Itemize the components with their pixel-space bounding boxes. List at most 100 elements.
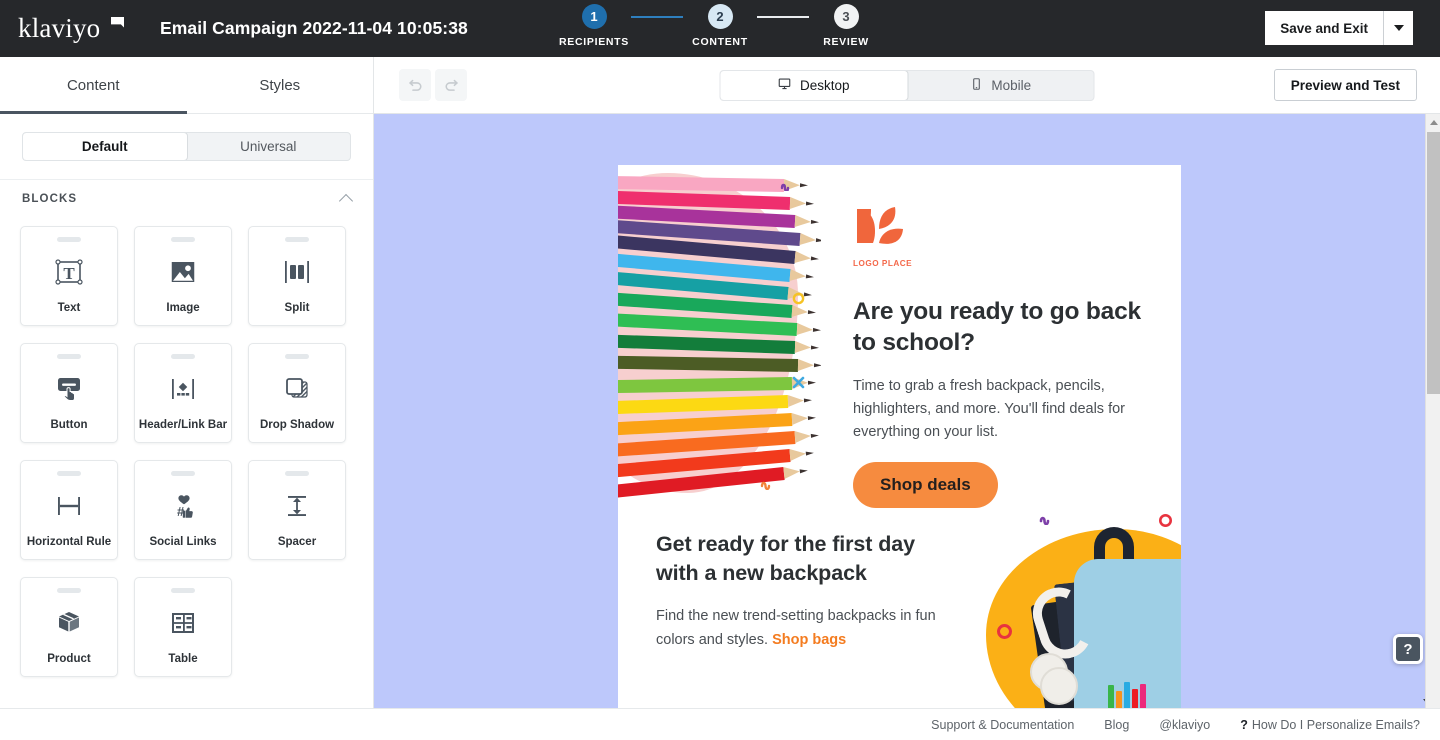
device-desktop[interactable]: Desktop [720,71,907,100]
block-label: Horizontal Rule [26,536,112,548]
header-link-bar-icon [167,359,199,419]
block-button[interactable]: Button [20,343,118,443]
save-options-dropdown[interactable] [1384,11,1413,45]
help-button[interactable]: ? [1393,634,1423,664]
step-number: 2 [707,4,733,29]
footer-link-support[interactable]: Support & Documentation [931,718,1074,732]
block-split[interactable]: Split [248,226,346,326]
purple-squiggle-decoration [779,177,797,196]
text-block-icon: T [53,242,85,302]
email-preview[interactable]: LOGO PLACE Are you ready to go back to s… [618,165,1181,708]
social-links-icon: # [167,476,199,536]
pencils-image[interactable] [618,165,821,505]
block-label: Table [168,653,198,665]
step-content[interactable]: 2 CONTENT [683,4,757,48]
step-review[interactable]: 3 REVIEW [809,4,883,48]
email-section2-body[interactable]: Find the new trend-setting backpacks in … [656,604,956,652]
email-section2-heading[interactable]: Get ready for the first day with a new b… [656,530,956,588]
logo-label: LOGO PLACE [853,259,913,268]
panel-tab-bar: Content Styles [0,57,373,114]
block-label: Image [166,302,200,314]
block-label: Spacer [277,536,317,548]
email-hero-text: LOGO PLACE Are you ready to go back to s… [821,165,1181,508]
block-horizontal-rule[interactable]: Horizontal Rule [20,460,118,560]
step-number: 1 [581,4,607,29]
canvas-scrollbar[interactable] [1425,114,1440,708]
block-label: Product [47,653,91,665]
email-hero-heading[interactable]: Are you ready to go back to school? [853,296,1151,358]
horizontal-rule-icon [53,476,85,536]
undo-button[interactable] [399,69,431,101]
backpack-image[interactable] [978,505,1181,708]
block-product[interactable]: Product [20,577,118,677]
shop-deals-button[interactable]: Shop deals [853,462,998,508]
segment-default[interactable]: Default [23,133,187,160]
logo-placeholder-icon[interactable] [853,205,915,255]
svg-text:T: T [63,264,75,283]
block-table[interactable]: Table [134,577,232,677]
device-label: Desktop [799,78,850,93]
email-backpack-block[interactable]: Get ready for the first day with a new b… [618,505,1181,708]
blocks-section-header[interactable]: BLOCKS [0,179,373,218]
step-label: REVIEW [823,36,869,48]
scroll-up-button[interactable] [1426,114,1440,130]
phone-icon [969,77,983,94]
block-label: Split [284,302,310,314]
question-mark-icon: ? [1240,717,1248,732]
step-label: CONTENT [692,36,748,48]
shop-bags-link[interactable]: Shop bags [772,632,846,648]
headphone-cup-right [1040,667,1078,705]
image-block-icon [168,242,198,302]
orange-squiggle-decoration [759,477,779,495]
block-text[interactable]: T Text [20,226,118,326]
drop-shadow-icon [281,359,313,419]
red-circle-decoration-1 [1158,513,1173,533]
chevron-down-icon [1393,25,1404,31]
table-block-icon [167,593,199,653]
email-section2-text: Get ready for the first day with a new b… [618,505,978,708]
device-label: Mobile [991,78,1032,93]
footer-link-twitter[interactable]: @klaviyo [1159,718,1210,732]
save-and-exit-button[interactable]: Save and Exit [1265,11,1384,45]
chevron-up-icon[interactable] [338,193,354,209]
default-universal-switch-wrap: Default Universal [0,114,373,179]
canvas-toolbar: Desktop Mobile Preview and Test [374,57,1440,114]
monitor-icon [778,77,792,94]
triangle-up-icon [1429,119,1438,125]
block-social-links[interactable]: # Social Links [134,460,232,560]
block-spacer[interactable]: Spacer [248,460,346,560]
block-image[interactable]: Image [134,226,232,326]
block-header-link-bar[interactable]: Header/Link Bar [134,343,232,443]
footer-bar: Support & Documentation Blog @klaviyo ? H… [0,708,1440,740]
blocks-grid: T Text Image Split Button Header/Link Ba… [0,218,373,708]
segment-universal[interactable]: Universal [187,133,351,160]
block-drop-shadow[interactable]: Drop Shadow [248,343,346,443]
step-connector-2 [757,16,809,18]
spacer-icon [281,476,313,536]
step-recipients[interactable]: 1 RECIPIENTS [557,4,631,48]
preview-and-test-button[interactable]: Preview and Test [1273,69,1417,101]
editor-left-panel: Content Styles Default Universal BLOCKS … [0,57,374,708]
tab-styles[interactable]: Styles [187,57,374,113]
email-hero-body[interactable]: Time to grab a fresh backpack, pencils, … [853,375,1151,444]
klaviyo-logo[interactable]: klaviyo [18,13,126,45]
blocks-title: BLOCKS [22,193,78,205]
footer-link-blog[interactable]: Blog [1104,718,1129,732]
email-hero-block[interactable]: LOGO PLACE Are you ready to go back to s… [618,165,1181,508]
blue-cross-decoration [791,375,806,395]
block-label: Drop Shadow [259,419,335,431]
device-mobile[interactable]: Mobile [907,71,1094,100]
block-label: Button [50,419,88,431]
split-block-icon [281,242,313,302]
redo-button[interactable] [435,69,467,101]
scrollbar-thumb[interactable] [1427,132,1440,394]
footer-link-personalize[interactable]: ? How Do I Personalize Emails? [1240,718,1420,732]
step-number: 3 [833,4,859,29]
pencil-cluster [1106,681,1152,708]
email-canvas[interactable]: LOGO PLACE Are you ready to go back to s… [374,114,1440,708]
yellow-circle-decoration [792,292,805,310]
tab-content[interactable]: Content [0,57,187,114]
product-box-icon [53,593,85,653]
button-block-icon [53,359,85,419]
block-label: Text [57,302,81,314]
